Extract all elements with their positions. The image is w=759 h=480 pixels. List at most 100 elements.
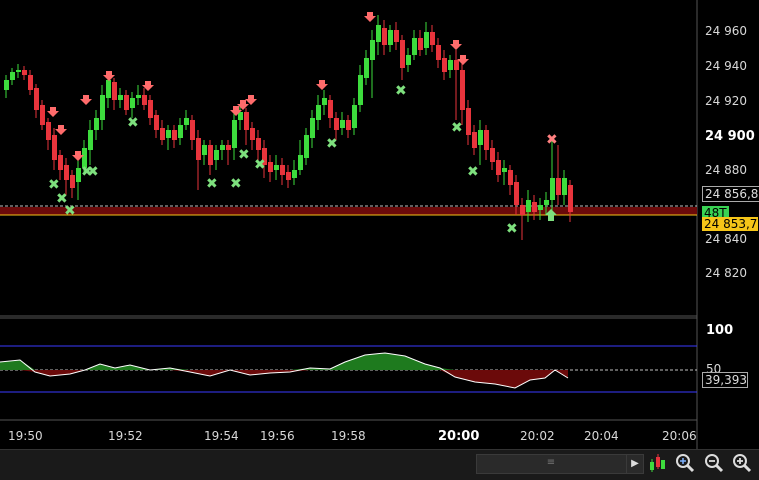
time-tick: 19:58 — [331, 429, 366, 443]
candle-body — [346, 120, 351, 130]
time-tick: 20:06 — [662, 429, 697, 443]
horizontal-scrollbar[interactable]: ≡ — [476, 454, 628, 474]
candle-body — [280, 165, 285, 175]
candle-body — [340, 120, 345, 128]
candle-body — [514, 182, 519, 205]
candle-body — [436, 45, 441, 60]
price-tick: 24 960 — [705, 24, 747, 38]
candle-body — [508, 170, 513, 185]
candle-body — [22, 70, 27, 75]
candle-body — [184, 118, 189, 125]
candle-body — [316, 105, 321, 120]
candle-body — [244, 112, 249, 130]
time-tick: 20:04 — [584, 429, 619, 443]
buy-signal-cross: ✖ — [254, 157, 266, 173]
candle-body — [484, 130, 489, 150]
zoom-fit-icon[interactable] — [674, 452, 696, 474]
time-tick: 19:52 — [108, 429, 143, 443]
candle-body — [448, 60, 453, 70]
price-axis: 24 960 24 940 24 920 24 900 24 880 24 84… — [705, 24, 755, 280]
candle-body — [430, 32, 435, 45]
buy-signal-cross: ✖ — [326, 136, 338, 152]
candle-body — [394, 30, 399, 42]
zoom-in-icon[interactable] — [731, 452, 753, 474]
price-tick: 24 880 — [705, 163, 747, 177]
candle-body — [4, 80, 9, 90]
candle-body — [292, 170, 297, 178]
candle-body — [226, 145, 231, 150]
candle-body — [202, 145, 207, 155]
candle-body — [172, 130, 177, 140]
candle-body — [52, 135, 57, 160]
price-tick: 24 940 — [705, 59, 747, 73]
candle-body — [310, 118, 315, 138]
zoom-out-icon[interactable] — [703, 452, 725, 474]
candle-body — [400, 40, 405, 68]
candle-body — [40, 105, 45, 125]
candle-body — [46, 122, 51, 140]
candle-body — [526, 200, 531, 212]
candle-body — [286, 172, 291, 180]
candle-body — [94, 118, 99, 130]
candle-body — [364, 58, 369, 78]
candle-body — [418, 38, 423, 50]
price-line-band — [0, 205, 697, 216]
buy-signal-cross: ✖ — [127, 115, 139, 131]
scroll-right-button[interactable]: ▶ — [626, 454, 644, 474]
candle-body — [544, 200, 549, 205]
price-tick: 24 920 — [705, 94, 747, 108]
buy-signal-cross: ✖ — [395, 83, 407, 99]
candle-body — [100, 95, 105, 120]
time-tick: 20:00 — [438, 429, 479, 444]
candle-body — [322, 98, 327, 105]
buy-signal-cross: ✖ — [206, 176, 218, 192]
candle-body — [88, 130, 93, 150]
candle-body — [214, 150, 219, 160]
candle-body — [232, 120, 237, 148]
last-price-tag: 24 856,8 — [702, 186, 759, 202]
candle-body — [166, 130, 171, 138]
candle-body — [298, 155, 303, 170]
candle-body — [118, 95, 123, 100]
oscillator-panel: 100 50 — [0, 323, 733, 393]
candle-body — [106, 80, 111, 98]
chart-canvas[interactable]: ✖✖✖✖✖✖✖ ✖✖✖✖✖✖✖✖✖ 24 960 24 940 24 920 24… — [0, 0, 759, 449]
buy-signal-cross: ✖ — [64, 203, 76, 219]
candle-body — [130, 98, 135, 108]
sell-signal-arrow — [80, 95, 92, 105]
candle-body — [442, 58, 447, 72]
candle-body — [28, 75, 33, 90]
candle-body — [412, 38, 417, 55]
candle-body — [358, 75, 363, 105]
candle-body — [334, 118, 339, 130]
price-tick: 24 820 — [705, 266, 747, 280]
price-tick: 24 840 — [705, 232, 747, 246]
candle-body — [178, 125, 183, 138]
time-axis: 19:50 19:52 19:54 19:56 19:58 20:00 20:0… — [8, 429, 697, 444]
candle-body — [142, 95, 147, 105]
candle-body — [160, 128, 165, 140]
sell-signal-arrow — [364, 12, 376, 22]
candle-body — [250, 128, 255, 140]
buy-signal-cross: ✖ — [467, 164, 479, 180]
candle-body — [550, 178, 555, 200]
sell-signal-arrow — [47, 107, 59, 117]
scroll-grip-icon[interactable]: ≡ — [545, 458, 557, 468]
sell-signal-arrow — [103, 71, 115, 81]
candle-body — [478, 130, 483, 145]
candle-body — [154, 115, 159, 130]
candle-body — [472, 132, 477, 148]
buy-signal-cross: ✖ — [238, 147, 250, 163]
time-tick: 19:54 — [204, 429, 239, 443]
signal-markers: ✖✖✖✖✖✖✖ ✖✖✖✖✖✖✖✖✖ — [47, 12, 558, 237]
time-tick: 20:02 — [520, 429, 555, 443]
candle-body — [490, 148, 495, 162]
candle-body — [424, 32, 429, 48]
current-price-tag: 24 853,7 — [702, 217, 758, 231]
chart-properties-icon[interactable] — [647, 452, 669, 474]
candle-body — [532, 202, 537, 212]
candle-body — [124, 95, 129, 110]
candle-body — [112, 82, 117, 100]
candle-body — [34, 88, 39, 110]
time-tick: 19:56 — [260, 429, 295, 443]
